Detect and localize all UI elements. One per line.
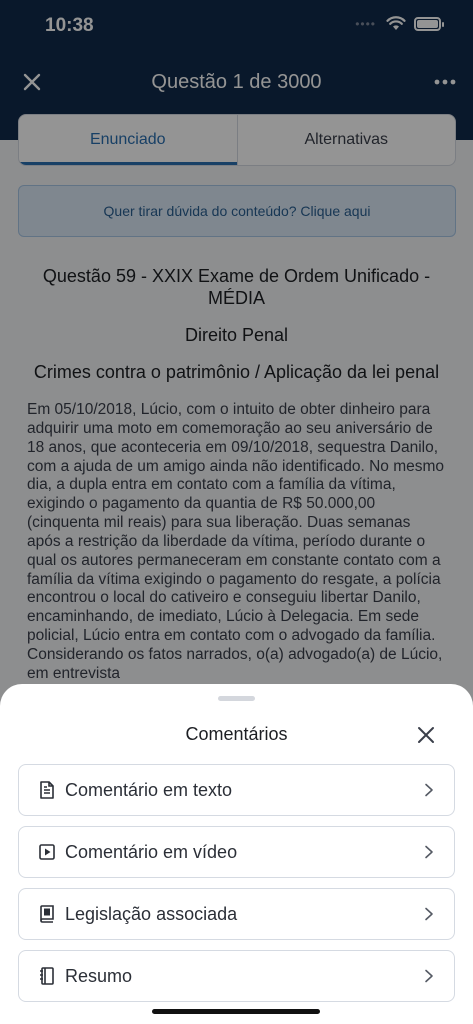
option-text-comment[interactable]: Comentário em texto xyxy=(18,764,455,816)
home-indicator xyxy=(152,1009,320,1014)
close-icon[interactable] xyxy=(417,726,435,744)
document-icon xyxy=(37,780,57,800)
option-legislation[interactable]: Legislação associada xyxy=(18,888,455,940)
video-icon xyxy=(37,842,57,862)
chevron-right-icon xyxy=(425,907,433,921)
chevron-right-icon xyxy=(425,783,433,797)
sheet-title: Comentários xyxy=(185,724,288,744)
option-label: Resumo xyxy=(65,965,133,986)
question-screen: 10:38 •••• Questão 1 de 3000 Enunciado A… xyxy=(0,0,473,1024)
option-label: Legislação associada xyxy=(65,903,238,924)
option-label: Comentário em vídeo xyxy=(65,841,238,862)
option-label: Comentário em texto xyxy=(65,779,233,800)
option-summary[interactable]: Resumo xyxy=(18,950,455,1002)
chevron-right-icon xyxy=(425,845,433,859)
notebook-icon xyxy=(37,966,57,986)
sheet-grabber[interactable] xyxy=(218,696,255,701)
option-video-comment[interactable]: Comentário em vídeo xyxy=(18,826,455,878)
comments-sheet: Comentários Comentário em texto Comentár… xyxy=(0,684,473,1024)
book-icon xyxy=(37,904,57,924)
chevron-right-icon xyxy=(425,969,433,983)
